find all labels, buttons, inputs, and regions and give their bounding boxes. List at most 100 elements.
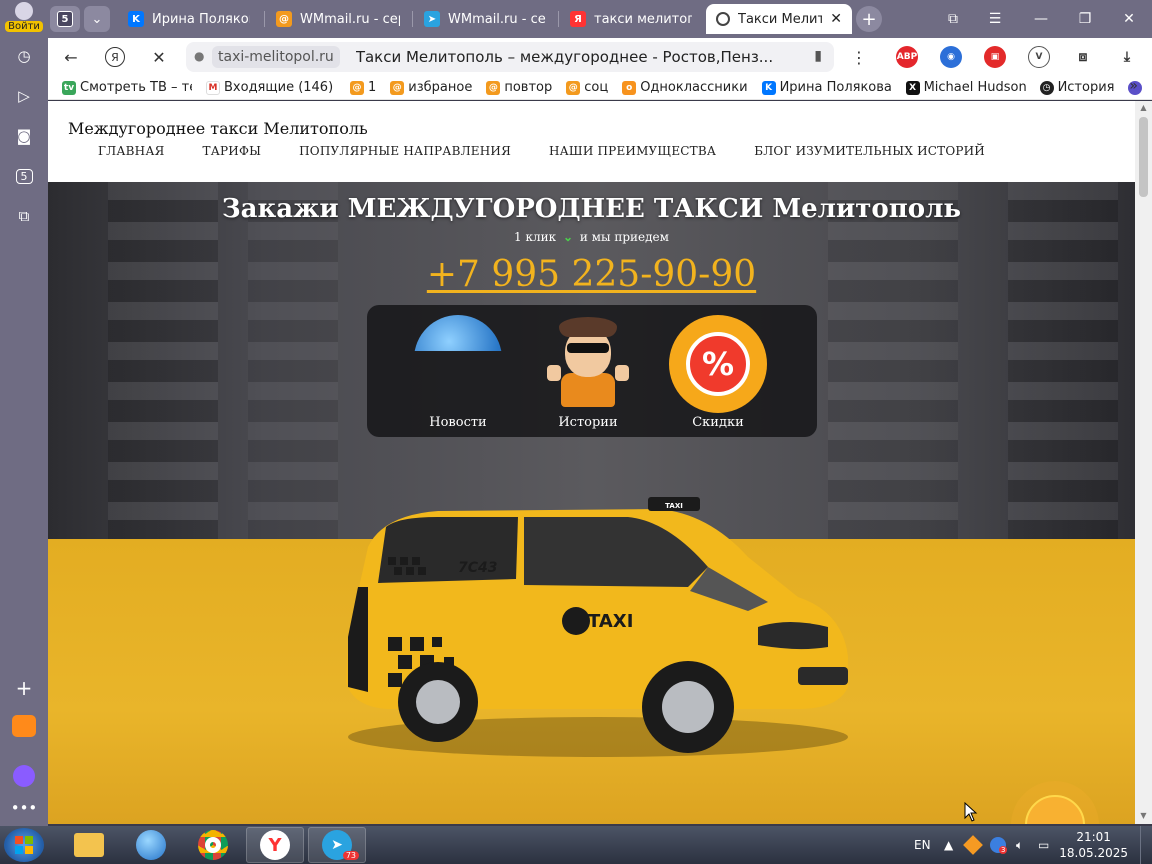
extension-trash[interactable]: ▣	[984, 46, 1006, 68]
browser-sidebar: Войти ◷ ▷ ◙ 5 ⧉ + •••	[0, 2, 48, 826]
site-header: Междугороднее такси Мелитополь ГЛАВНАЯ Т…	[48, 101, 1135, 182]
bookmark-label: Ирина Полякова	[779, 80, 892, 95]
van-number: 7C43	[458, 560, 498, 576]
bookmark-gmail[interactable]: M Входящие (146) -	[206, 80, 336, 95]
page-scrollbar[interactable]: ▲ ▼	[1135, 101, 1152, 824]
minimize-button[interactable]: —	[1018, 0, 1064, 38]
taskbar-internet[interactable]	[122, 827, 180, 863]
globe-icon	[413, 315, 503, 405]
screenshot-sidebar-button[interactable]: ◙	[10, 122, 38, 150]
bookmarks-overflow-button[interactable]: »	[1129, 78, 1138, 94]
bookmark-vk-irina[interactable]: K Ирина Полякова	[761, 80, 892, 95]
taskbar-clock[interactable]: 21:01 18.05.2025	[1059, 829, 1128, 861]
percent-symbol: %	[686, 332, 750, 396]
bookmark-izbranoe[interactable]: @ избраное	[390, 80, 472, 95]
extensions-button[interactable]: ⧈	[1072, 46, 1094, 68]
extension-vpn[interactable]: V	[1028, 46, 1050, 68]
tray-app-2[interactable]: 3	[990, 826, 1008, 864]
stop-loading-button[interactable]: ✕	[144, 42, 174, 72]
feature-stories[interactable]: Истории	[533, 315, 643, 433]
app-tray-icon	[963, 835, 983, 855]
reading-list-sidebar-button[interactable]: ⧉	[10, 202, 38, 230]
scroll-up-arrow-icon[interactable]: ▲	[1139, 103, 1148, 113]
scroll-thumb[interactable]	[1139, 117, 1148, 197]
bookmarks-bar: tv Смотреть ТВ – те M Входящие (146) - @…	[48, 76, 1152, 100]
new-tab-button[interactable]: +	[856, 6, 882, 32]
chevron-up-icon: ▲	[944, 838, 954, 852]
more-options-button[interactable]: ⋮	[844, 42, 874, 72]
tab-list-button[interactable]: ⌄	[84, 6, 110, 32]
tab-vk-irina[interactable]: K Ирина Полякова	[118, 4, 260, 34]
bookmark-odnoklassniki[interactable]: о Одноклассники	[622, 80, 748, 95]
start-button[interactable]	[4, 828, 44, 862]
sidebar-more-button[interactable]: •••	[10, 794, 38, 822]
taskbar-yandex-browser[interactable]: Y	[246, 827, 304, 863]
taskbar-explorer[interactable]	[60, 827, 118, 863]
nav-advantages[interactable]: НАШИ ПРЕИМУЩЕСТВА	[549, 144, 716, 158]
site-name[interactable]: Междугороднее такси Мелитополь	[68, 119, 368, 138]
bookmark-history[interactable]: ◷ История	[1039, 80, 1115, 95]
history-sidebar-button[interactable]: ◷	[10, 42, 38, 70]
restore-button[interactable]: ❐	[1062, 0, 1108, 38]
downloads-button[interactable]: ⤓	[1116, 46, 1138, 68]
hero-subtitle-part: 1 клик	[514, 230, 557, 244]
hero-subtitle: 1 клик ⌄ и мы приедем	[48, 230, 1135, 244]
feature-news[interactable]: Новости	[403, 315, 513, 433]
nav-tariffs[interactable]: ТАРИФЫ	[203, 144, 262, 158]
bookmark-label: Одноклассники	[640, 80, 748, 95]
feature-discounts[interactable]: % Скидки	[663, 315, 773, 433]
taskbar-chrome[interactable]	[184, 827, 242, 863]
tab-yandex-search[interactable]: Я такси мелитополь	[560, 4, 702, 34]
tab-label: Такси Мелитополь	[738, 11, 823, 27]
tab-taxi-melitopol-active[interactable]: Такси Мелитополь ✕	[706, 4, 852, 34]
network-button[interactable]: ▭	[1038, 826, 1049, 864]
tabs-sidebar-button[interactable]: 5	[10, 162, 38, 190]
back-button[interactable]: ←	[56, 42, 86, 72]
telegram-unread-badge: 73	[342, 851, 359, 860]
nav-popular-routes[interactable]: ПОПУЛЯРНЫЕ НАПРАВЛЕНИЯ	[299, 144, 511, 158]
volume-button[interactable]: 🔈︎	[1016, 826, 1023, 864]
wmmail-icon: @	[350, 80, 364, 95]
yandex-home-button[interactable]: Я	[100, 42, 130, 72]
taskbar-telegram[interactable]: ➤ 73	[308, 827, 366, 863]
bookmark-povtor[interactable]: @ повтор	[486, 80, 552, 95]
arrow-left-icon: ←	[64, 47, 78, 67]
show-desktop-button[interactable]	[1140, 826, 1152, 864]
tv-icon: tv	[62, 80, 76, 95]
tray-app-1[interactable]	[963, 826, 983, 864]
scroll-down-arrow-icon[interactable]: ▼	[1139, 811, 1148, 821]
close-window-button[interactable]: ✕	[1106, 0, 1152, 38]
close-tab-icon[interactable]: ✕	[830, 11, 842, 27]
language-indicator[interactable]: EN	[914, 826, 931, 864]
adblock-plus-extension[interactable]: ABP	[896, 46, 918, 68]
media-sidebar-button[interactable]: ▷	[10, 82, 38, 110]
alice-assistant-button[interactable]	[10, 762, 38, 790]
nav-home[interactable]: ГЛАВНАЯ	[98, 144, 165, 158]
bookmark-label: История	[1057, 80, 1115, 95]
address-bar[interactable]: ● taxi-melitopol.ru Такси Мелитополь – м…	[186, 42, 834, 72]
phone-link[interactable]: +7 995 225-90-90	[48, 254, 1135, 295]
mail-sidebar-button[interactable]	[10, 712, 38, 740]
extension-globe[interactable]: ◉	[940, 46, 962, 68]
wmmail-icon: @	[566, 80, 581, 95]
tray-overflow-button[interactable]: ▲	[944, 826, 953, 864]
menu-button[interactable]: ☰	[972, 0, 1018, 38]
tab-wmmail-1[interactable]: @ WMmail.ru - сере	[266, 4, 410, 34]
tab-wmmail-2[interactable]: ➤ WMmail.ru - сере	[414, 4, 556, 34]
add-sidebar-app-button[interactable]: +	[10, 674, 38, 702]
yandex-browser-icon: Y	[260, 830, 290, 860]
collections-button[interactable]: ⧉	[930, 0, 976, 38]
bookmark-icon[interactable]: ▮	[814, 48, 822, 64]
yandex-logo-icon: Я	[105, 47, 125, 67]
bookmark-michael-hudson[interactable]: X Michael Hudson (	[905, 80, 1026, 95]
login-button[interactable]: Войти	[4, 2, 44, 34]
bookmark-tv[interactable]: tv Смотреть ТВ – те	[62, 80, 192, 95]
bookmark-soc[interactable]: @ соц	[566, 80, 608, 95]
site-nav: ГЛАВНАЯ ТАРИФЫ ПОПУЛЯРНЫЕ НАПРАВЛЕНИЯ НА…	[98, 144, 985, 158]
wmmail-icon: @	[486, 80, 501, 95]
wmmail-icon: @	[276, 11, 292, 27]
taxi-driver-mascot-icon	[543, 315, 633, 407]
tab-group-button[interactable]: 5	[50, 6, 80, 32]
nav-blog[interactable]: БЛОГ ИЗУМИТЕЛЬНЫХ ИСТОРИЙ	[754, 144, 985, 158]
bookmark-1[interactable]: @ 1	[350, 80, 376, 95]
